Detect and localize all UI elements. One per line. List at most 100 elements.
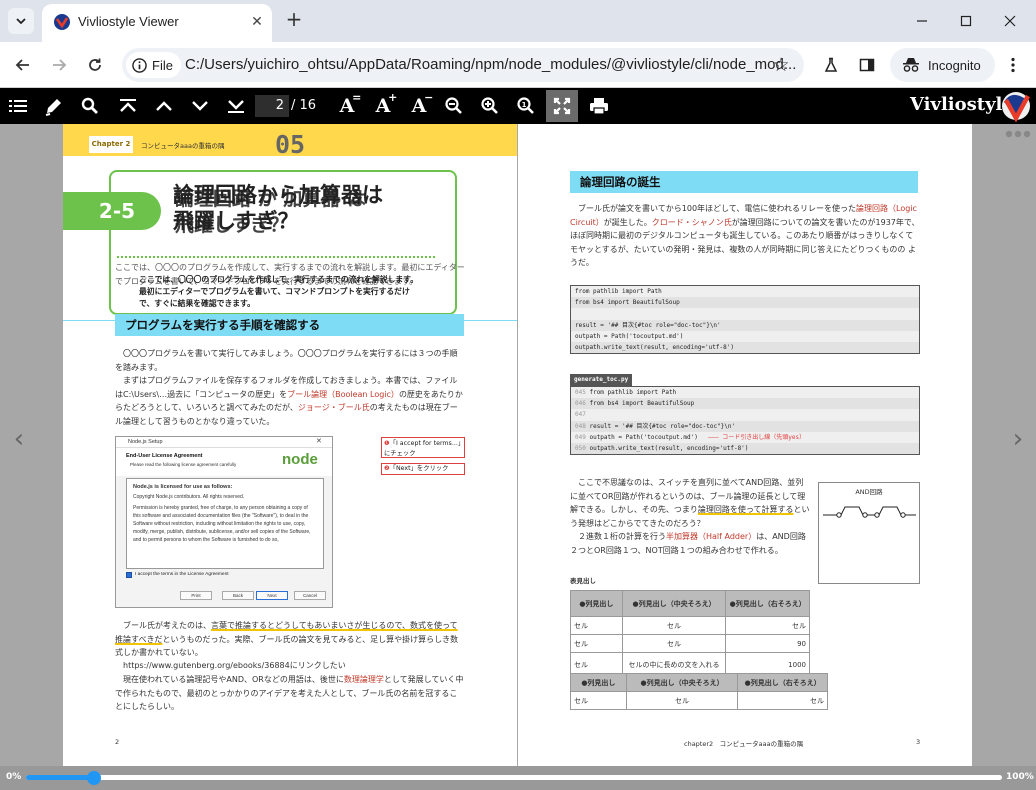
installer-print-button[interactable]: Print [180,591,212,600]
side-panel-icon [859,58,875,72]
zoom-in-icon [481,97,498,114]
right-paragraph-1: ブール氏が論文を書いてから100年ほどして、電信に使われるリレーを使った論理回路… [570,202,920,270]
progress-slider-thumb[interactable] [87,771,101,785]
code-line: 046 from bs4 import BeautifulSoup [571,398,919,410]
section-number: 2-5 [63,192,161,230]
incognito-label: Incognito [928,57,981,73]
omnibox[interactable]: File C:/Users/yuichiro_ohtsu/AppData/Roa… [122,48,804,82]
url-text[interactable]: C:/Users/yuichiro_ohtsu/AppData/Roaming/… [185,56,796,73]
browser-tab[interactable]: Vivliostyle Viewer ✕ [42,4,272,42]
print-button[interactable] [585,92,613,120]
section-title-overlay: 論理回路 か 加算器 は 飛躍しすぎ？ [175,186,366,238]
font-size-default-button[interactable]: A = [333,91,362,120]
license-box-title: Node.js is licensed for use as follows: [133,484,233,490]
site-info-chip[interactable]: File [126,52,181,78]
font-size-decrease-button[interactable]: A − [405,91,434,120]
left-page: Chapter 2 コンピュータaaaの重箱の隅 05 2-5 論理回路から加算… [63,124,517,766]
chevron-down-icon [192,101,208,111]
license-textbox[interactable]: Node.js is licensed for use as follows: … [126,478,324,569]
zoom-in-button[interactable] [476,92,504,120]
previous-page-button[interactable] [150,92,178,120]
code-block-1: from pathlib import Path from bs4 import… [570,285,920,355]
back-button[interactable] [10,52,36,78]
close-icon[interactable]: ✕ [248,13,266,31]
tab-search-button[interactable] [8,8,34,34]
table-header-cell: ●列見出し [570,590,623,617]
code-text: result = '## 目次{#toc role="doc-toc"}\n' [589,422,736,430]
accept-checkbox[interactable] [126,572,132,578]
table-2: ●列見出し ●列見出し（中央そろえ） ●列見出し（右そろえ） セル セル セル [570,673,828,710]
extensions-button[interactable] [818,52,844,78]
toc-button[interactable] [4,92,32,120]
switch-diagram [823,506,916,518]
chevron-left-icon[interactable]: ‹ [7,424,31,454]
next-page-button[interactable] [186,92,214,120]
info-icon [132,57,147,73]
browser-menu-button[interactable] [1000,52,1026,78]
installer-screenshot: Node.js Setup ✕ End-User License Agreeme… [115,436,333,608]
license-text: Permission is hereby granted, free of ch… [133,505,311,543]
close-icon: ✕ [316,438,322,445]
new-tab-button[interactable]: + [283,9,305,31]
progress-track[interactable] [26,775,1002,780]
svg-text:1: 1 [522,101,527,109]
installer-cancel-button[interactable]: Cancel [294,591,326,600]
side-panel-button[interactable] [854,52,880,78]
table-row: セル セル セル [570,691,828,710]
incognito-icon [903,58,919,72]
arrow-right-icon [53,59,67,71]
reload-button[interactable] [82,52,108,78]
line-number: 050 [575,444,586,452]
search-button[interactable] [76,92,104,120]
and-circuit-figure: AND回路 [818,482,920,584]
line-number: 045 [575,389,586,396]
incognito-chip[interactable]: Incognito [890,48,995,82]
installer-next-button[interactable]: Next [256,591,288,600]
minimize-button[interactable] [908,8,936,34]
marker-button[interactable] [40,92,68,120]
last-page-button[interactable] [222,92,250,120]
bookmark-star-icon[interactable]: ☆ [770,54,792,76]
section-intro-overlay-line-2: 最初にエディターでプログラムを書いて、コマンドプロンプトを実行するだけ [139,287,410,296]
maximize-button[interactable] [952,8,980,34]
chevron-right-icon[interactable]: › [1006,424,1030,454]
minimize-icon [917,20,927,22]
chapter-number: 05 [275,130,306,159]
fit-screen-icon [553,97,571,115]
font-size-increase-icon: A + [375,91,398,117]
paragraph-4-link[interactable]: https://www.gutenberg.org/ebooks/36884にリ… [123,659,463,673]
installer-back-button[interactable]: Back [222,591,254,600]
running-footer: chapter2 コンピュータaaaの重箱の隅 [684,740,804,748]
table-cell: セル [570,691,627,710]
reload-icon [89,58,101,71]
right-page: 論理回路の誕生 ブール氏が論文を書いてから100年ほどして、電信に使われるリレー… [518,124,972,766]
chapter-tab: Chapter 2 [89,136,133,153]
chevron-down-icon [16,18,26,25]
right-paragraph-3-highlight: 半加算器（Half Adder） [666,532,757,541]
paragraph-2-highlight-1: ブール論理（Boolean Logic） [287,389,399,399]
line-number: 046 [575,400,586,408]
more-horiz-icon[interactable] [1005,130,1031,138]
brand-name: Vivliostyle [910,94,1014,115]
zoom-out-button[interactable] [440,92,468,120]
more-vert-icon [1011,57,1015,73]
first-page-button[interactable] [114,92,142,120]
code-callout: ――― コード引き出し線（先頭yes） [707,433,806,441]
page-number-input[interactable]: 2 [255,95,289,117]
window-close-button[interactable] [996,8,1024,34]
pen-icon [45,99,61,116]
printer-icon [590,98,608,115]
font-size-increase-button[interactable]: A + [369,91,398,120]
code-line: 047 [571,409,919,420]
accept-label: I accept the terms in the License Agreem… [135,572,229,577]
paragraph-2: まずはプログラムファイルを保存するフォルダを作成しておきましょう。本書では、ファ… [115,374,465,428]
fit-to-screen-button[interactable] [546,90,578,122]
zoom-actual-size-button[interactable]: 1 [512,92,540,120]
forward-button[interactable] [46,52,72,78]
page-total: / 16 [291,98,317,113]
paragraph-5-highlight: 数理論理学 [343,675,384,684]
code-line: 045 from pathlib import Path [571,387,919,398]
table-cell: セル [725,616,810,635]
search-icon [81,97,98,114]
